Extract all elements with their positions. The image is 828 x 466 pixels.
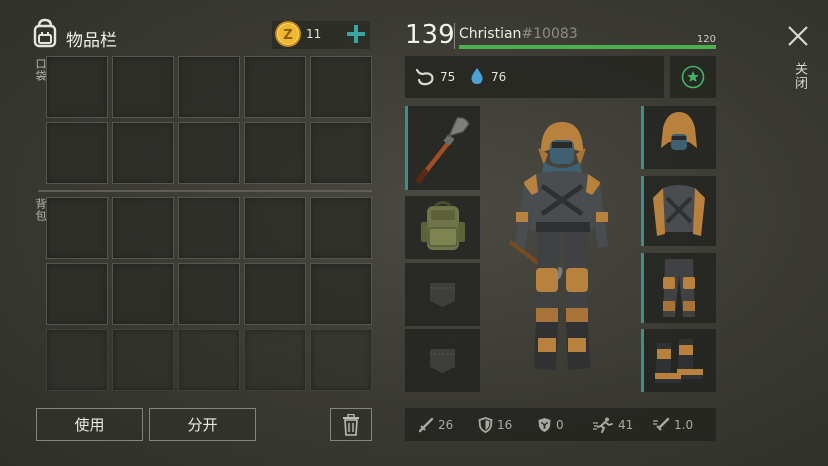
xp-bar-track [459,45,716,49]
radiation-shield-icon [538,418,551,432]
trash-button[interactable] [330,408,372,441]
section-divider [38,190,372,192]
xp-bar-fill [459,45,716,49]
star-icon [681,65,705,89]
pocket-slot[interactable] [244,56,306,118]
pocket-slot[interactable] [112,122,174,184]
pocket-slot[interactable] [112,56,174,118]
speed-stat: 41 [592,417,633,433]
coin-icon: Z [274,20,302,48]
melee-speed-icon [653,417,670,431]
pocket-slot[interactable] [310,56,372,118]
backpack-slot-locked [112,329,174,391]
weight-value: 1.0 [674,418,694,432]
head-slot[interactable] [641,106,716,169]
water-drop-icon [470,67,484,89]
backpack-slot-locked [310,329,372,391]
pocket-icon [430,283,455,307]
backpack-slot-locked [178,329,240,391]
shield-icon [478,417,493,433]
defense-stat: 16 [478,417,512,433]
pocket-slot[interactable] [46,122,108,184]
sword-icon [418,417,434,433]
backpack-slot[interactable] [178,197,240,259]
weapon-slot[interactable] [405,106,480,190]
pocket-equip-slot[interactable] [405,263,480,326]
backpack-slot[interactable] [112,263,174,325]
backpack-slot[interactable] [178,263,240,325]
backpack-slot-locked [244,329,306,391]
inventory-title: 物品栏 [66,31,117,51]
pocket-slot[interactable] [178,56,240,118]
add-coins-button[interactable] [345,23,367,45]
backpack-icon [30,17,60,49]
character-model [498,118,628,388]
feet-slot[interactable] [641,329,716,392]
attack-value: 26 [438,418,454,432]
pocket-slot[interactable] [178,122,240,184]
trash-icon [343,413,359,436]
player-name: Christian [459,26,522,42]
backpack-slot[interactable] [244,197,306,259]
hood-icon [661,112,697,150]
split-button[interactable]: 分开 [149,408,256,441]
jacket-icon [653,185,705,236]
player-name-row: Christian#10083 [459,26,578,42]
stomach-icon [415,68,435,90]
xp-max: 120 [696,34,716,45]
water-value: 76 [491,70,507,84]
pocket-icon [430,349,455,373]
shovel-icon [416,117,470,183]
body-slot[interactable] [641,176,716,246]
weight-stat: 1.0 [652,417,693,433]
backpack-slot[interactable] [46,263,108,325]
pocket-slot[interactable] [244,122,306,184]
close-label: 关闭 [792,62,807,90]
boots-icon [655,339,703,383]
legs-slot[interactable] [641,253,716,323]
backpack-slot[interactable] [310,263,372,325]
backpack-slot[interactable] [310,197,372,259]
radiation-stat: 0 [537,417,564,433]
pocket-slot[interactable] [46,56,108,118]
attack-stat: 26 [418,417,453,433]
pants-icon [663,259,695,317]
backpack-item-icon [421,201,465,250]
svg-text:Z: Z [283,28,292,43]
food-value: 75 [440,70,456,84]
backpack-slot[interactable] [46,197,108,259]
pocket-equip-slot[interactable] [405,329,480,392]
backpack-equip-slot[interactable] [405,196,480,259]
radiation-value: 0 [556,418,564,432]
running-icon [593,417,613,433]
speed-value: 41 [618,418,634,432]
backpack-slot-locked [46,329,108,391]
close-button[interactable]: 关闭 [783,22,813,102]
pocket-slot[interactable] [310,122,372,184]
level-divider [454,23,455,49]
favorite-button[interactable] [681,65,705,89]
defense-value: 16 [497,418,513,432]
player-level: 139 [405,20,455,50]
plus-icon [347,25,365,43]
coin-count: 11 [306,27,322,41]
use-button[interactable]: 使用 [36,408,143,441]
player-id: #10083 [521,26,578,42]
backpack-slot[interactable] [112,197,174,259]
close-icon [788,26,808,46]
backpack-slot[interactable] [244,263,306,325]
